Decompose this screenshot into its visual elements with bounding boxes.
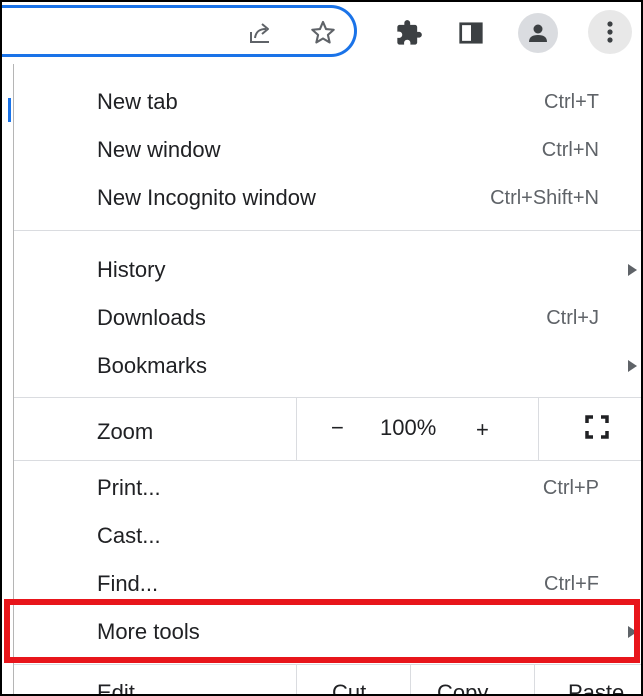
menu-item-more-tools[interactable]: More tools [14, 606, 641, 656]
edit-label: Edit [97, 680, 135, 696]
toolbar [2, 2, 641, 64]
zoom-divider [296, 398, 297, 460]
submenu-arrow-icon [628, 360, 637, 372]
paste-button[interactable]: Paste [568, 680, 624, 694]
zoom-level: 100% [380, 415, 437, 440]
browser-window: New tab Ctrl+T New window Ctrl+N New Inc… [0, 0, 643, 696]
share-icon[interactable] [245, 18, 275, 48]
menu-item-label: Bookmarks [97, 353, 208, 378]
menu-item-label: Cast... [97, 523, 161, 548]
menu-item-label: Find... [97, 571, 159, 596]
zoom-in-button[interactable]: + [476, 417, 489, 443]
menu-item-cast[interactable]: Cast... [14, 522, 641, 570]
menu-item-history[interactable]: History [14, 245, 641, 293]
zoom-out-button[interactable]: − [331, 415, 344, 441]
menu-item-print[interactable]: Print... Ctrl+P [14, 474, 641, 522]
menu-item-label: History [97, 257, 166, 282]
extensions-icon[interactable] [394, 18, 424, 48]
submenu-arrow-icon [628, 264, 637, 276]
menu-item-label: New Incognito window [97, 185, 316, 210]
menu-item-new-window[interactable]: New window Ctrl+N [14, 126, 641, 174]
menu-item-shortcut: Ctrl+J [546, 307, 599, 329]
page-edge-indicator [8, 98, 11, 122]
menu-item-label: Print... [97, 475, 161, 500]
zoom-label: Zoom [97, 419, 154, 444]
menu-separator [14, 230, 641, 231]
more-icon[interactable] [588, 10, 632, 54]
menu-item-zoom: Zoom − 100% + [14, 398, 641, 460]
cut-button[interactable]: Cut [332, 680, 366, 694]
menu-item-shortcut: Ctrl+Shift+N [490, 187, 599, 209]
menu-item-label: Downloads [97, 305, 206, 330]
menu-item-edit: Edit Cut Copy Paste [14, 665, 641, 696]
edit-divider [534, 665, 535, 694]
menu-item-downloads[interactable]: Downloads Ctrl+J [14, 293, 641, 341]
zoom-divider [538, 398, 539, 460]
address-bar[interactable] [2, 5, 357, 57]
star-icon[interactable] [308, 18, 338, 48]
edit-divider [296, 665, 297, 694]
menu-item-new-incognito-window[interactable]: New Incognito window Ctrl+Shift+N [14, 174, 641, 222]
menu-item-label: New tab [97, 89, 178, 114]
menu-separator [14, 460, 641, 461]
menu-item-shortcut: Ctrl+P [542, 477, 599, 499]
chrome-menu: New tab Ctrl+T New window Ctrl+N New Inc… [13, 64, 641, 696]
profile-icon[interactable] [518, 13, 558, 53]
side-panel-icon[interactable] [456, 18, 486, 48]
copy-button[interactable]: Copy [437, 680, 488, 694]
menu-item-shortcut: Ctrl+F [544, 573, 599, 595]
menu-item-label: New window [97, 137, 221, 162]
menu-item-shortcut: Ctrl+T [544, 91, 599, 113]
menu-item-bookmarks[interactable]: Bookmarks [14, 341, 641, 389]
menu-item-label: More tools [97, 619, 200, 644]
fullscreen-icon[interactable] [585, 415, 609, 439]
menu-item-shortcut: Ctrl+N [541, 139, 599, 161]
edit-divider [410, 665, 411, 694]
submenu-arrow-icon [628, 626, 637, 638]
menu-item-new-tab[interactable]: New tab Ctrl+T [14, 78, 641, 126]
